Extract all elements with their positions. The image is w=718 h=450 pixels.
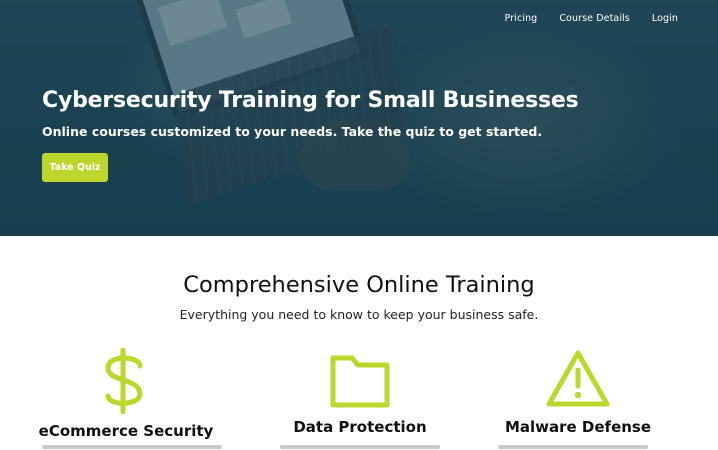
hero-banner: Pricing Course Details Login Cybersecuri… <box>0 0 718 236</box>
hero-title: Cybersecurity Training for Small Busines… <box>42 88 579 113</box>
hero-subtitle: Online courses customized to your needs.… <box>42 124 543 139</box>
nav-link-pricing[interactable]: Pricing <box>505 13 538 24</box>
description-text-placeholder <box>280 445 440 449</box>
section-title: Comprehensive Online Training <box>183 272 535 298</box>
folder-icon <box>330 355 390 408</box>
description-text-placeholder <box>42 445 222 449</box>
dollar-icon <box>105 348 143 414</box>
warning-icon <box>546 350 610 407</box>
nav-link-login[interactable]: Login <box>652 13 678 24</box>
description-text-placeholder <box>498 445 648 449</box>
hero-overlay <box>0 0 718 236</box>
feature-title: Malware Defense <box>504 418 652 436</box>
feature-malware-defense: Malware Defense <box>468 348 688 436</box>
feature-title: Data Protection <box>293 418 427 436</box>
nav-link-course-details[interactable]: Course Details <box>559 13 630 24</box>
feature-data-protection: Data Protection <box>250 348 470 436</box>
take-quiz-button[interactable]: Take Quiz <box>42 153 108 182</box>
top-nav: Pricing Course Details Login <box>505 13 678 24</box>
feature-title: eCommerce Security <box>38 422 214 440</box>
section-subtitle: Everything you need to know to keep your… <box>179 307 539 322</box>
feature-ecommerce-security: eCommerce Security <box>16 348 236 440</box>
